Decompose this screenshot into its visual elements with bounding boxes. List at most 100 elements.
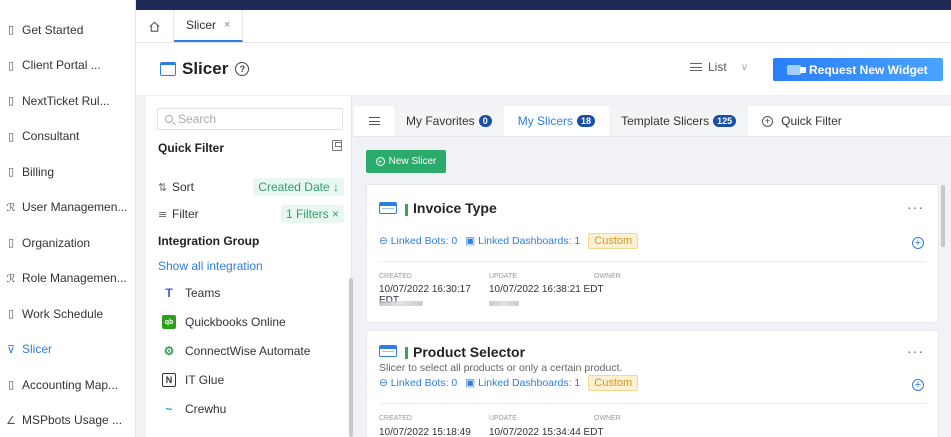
sidebar-item-user-managemen[interactable]: ℛ User Managemen... — [0, 190, 135, 226]
card-description: Slicer to select all products or only a … — [379, 362, 623, 374]
tab-quick-filter-label: Quick Filter — [781, 114, 842, 128]
panel-scrollbar[interactable] — [349, 278, 353, 437]
sidebar-item-nextticket-rul[interactable]: ▯ NextTicket Rul... — [0, 83, 135, 119]
card-links: ⊖ Linked Bots: 0 ▣ Linked Dashboards: 1 … — [379, 233, 639, 249]
redacted-updater — [489, 301, 519, 306]
sidebar-item-label: Slicer — [22, 342, 53, 357]
integration-item[interactable]: ~ Crewhu — [162, 402, 226, 416]
doc-icon: ▯ — [7, 129, 15, 143]
created-value: 10/07/2022 15:18:49 EDT — [379, 427, 471, 437]
integration-item[interactable]: N IT Glue — [162, 373, 224, 387]
created-label: CREATED — [379, 415, 412, 422]
tab-label: My Slicers — [517, 114, 574, 128]
linked-dashboards-link[interactable]: ▣ Linked Dashboards: 1 — [465, 235, 580, 247]
filter-value-pill[interactable]: 1 Filters × — [280, 205, 344, 223]
sidebar-item-accounting-map[interactable]: ▯ Accounting Map... — [0, 367, 135, 403]
linked-bots-text: Linked Bots: 0 — [390, 235, 458, 247]
home-tab[interactable] — [136, 10, 174, 42]
tab-label: My Favorites — [406, 114, 475, 128]
update-label: UPDATE — [489, 273, 517, 280]
linked-bots-link[interactable]: ⊖ Linked Bots: 0 — [379, 235, 457, 247]
tab-template-slicers[interactable]: Template Slicers 125 — [609, 106, 749, 136]
quick-filter-title: Quick Filter — [158, 141, 225, 155]
help-icon[interactable]: ? — [235, 62, 250, 76]
integration-item[interactable]: qb Quickbooks Online — [162, 315, 286, 329]
more-icon[interactable]: ··· — [907, 199, 924, 215]
update-value: 10/07/2022 15:34:44 EDT — [489, 427, 604, 437]
role-icon: ℛ — [6, 271, 16, 285]
slicer-card[interactable]: Product Selector ··· Slicer to select al… — [366, 330, 939, 437]
menu-toggle[interactable] — [354, 106, 394, 136]
calendar-icon: ▯ — [7, 307, 15, 321]
main-content: My Favorites 0 My Slicers 18 Template Slicer… — [354, 96, 951, 437]
view-select[interactable]: List ∨ — [690, 60, 748, 74]
filter-icon: ⊽ — [6, 342, 16, 356]
linked-bots-link[interactable]: ⊖ Linked Bots: 0 — [379, 377, 457, 389]
chevron-down-icon: ∨ — [740, 61, 749, 73]
sort-value-pill[interactable]: Created Date ↓ — [253, 178, 344, 196]
sidebar-item-slicer[interactable]: ⊽ Slicer — [0, 332, 135, 368]
card-accent-bar — [405, 347, 408, 359]
doc-icon: ▯ — [7, 58, 15, 72]
list-icon — [690, 63, 702, 71]
menu-icon — [368, 117, 380, 125]
tab-slicer-label: Slicer — [186, 18, 217, 32]
sidebar-item-organization[interactable]: ▯ Organization — [0, 225, 135, 261]
integration-item[interactable]: T Teams — [162, 286, 220, 300]
sidebar-item-label: User Managemen... — [22, 200, 128, 215]
sidebar-item-work-schedule[interactable]: ▯ Work Schedule — [0, 296, 135, 332]
add-circle-icon[interactable]: + — [912, 379, 924, 391]
card-links: ⊖ Linked Bots: 0 ▣ Linked Dashboards: 1 … — [379, 375, 639, 391]
tab-label: Template Slicers — [621, 114, 710, 128]
map-icon: ▯ — [7, 378, 15, 392]
close-icon[interactable]: × — [224, 19, 230, 31]
save-icon[interactable] — [332, 140, 342, 151]
tab-my-slicers[interactable]: My Slicers 18 — [505, 106, 608, 136]
plus-circle-icon: + — [375, 157, 385, 166]
search-input[interactable]: Search — [157, 108, 343, 130]
count-badge: 18 — [577, 115, 596, 127]
slicer-card[interactable]: Invoice Type ··· ⊖ Linked Bots: 0 ▣ Link… — [366, 184, 939, 323]
search-placeholder: Search — [178, 112, 217, 126]
sidebar-item-label: Billing — [22, 164, 55, 179]
count-badge: 0 — [478, 115, 492, 127]
custom-tag: Custom — [588, 233, 639, 249]
filter-icon: ≡ — [158, 207, 168, 221]
integration-item[interactable]: ⚙ ConnectWise Automate — [162, 344, 311, 358]
teams-icon: T — [165, 286, 173, 300]
tab-quick-filter[interactable]: + Quick Filter — [750, 106, 854, 136]
sidebar-item-mspbots-usage[interactable]: ∠ MSPbots Usage ... — [0, 403, 135, 437]
sidebar-item-consultant[interactable]: ▯ Consultant — [0, 119, 135, 155]
doc-icon: ▯ — [7, 165, 15, 179]
sidebar-item-label: Accounting Map... — [22, 377, 119, 392]
sidebar-item-billing[interactable]: ▯ Billing — [0, 154, 135, 190]
linked-dashboards-link[interactable]: ▣ Linked Dashboards: 1 — [465, 377, 580, 389]
card-title: Invoice Type — [413, 200, 497, 216]
request-new-widget-button[interactable]: Request New Widget — [773, 58, 943, 81]
new-slicer-button[interactable]: + New Slicer — [366, 150, 446, 173]
show-all-integration-link[interactable]: Show all integration — [158, 259, 263, 273]
sidebar-item-get-started[interactable]: ▯ Get Started — [0, 12, 135, 48]
sidebar-item-label: NextTicket Rul... — [22, 93, 110, 108]
tab-strip: Slicer × — [136, 10, 951, 43]
linked-dashboards-text: Linked Dashboards: 1 — [478, 377, 581, 389]
doc-icon: ▯ — [7, 94, 15, 108]
nav-top-stub — [0, 0, 135, 12]
sidebar-item-role-managemen[interactable]: ℛ Role Managemen... — [0, 261, 135, 297]
sidebar-item-label: Client Portal ... — [22, 58, 101, 73]
sidebar-item-client-portal[interactable]: ▯ Client Portal ... — [0, 48, 135, 84]
more-icon[interactable]: ··· — [907, 343, 924, 359]
card-accent-bar — [405, 204, 408, 216]
count-badge: 125 — [713, 115, 737, 127]
tab-slicer[interactable]: Slicer × — [174, 10, 244, 42]
sort-row: ⇅ Sort Created Date ↓ — [158, 178, 344, 196]
owner-label: OWNER — [594, 415, 621, 422]
update-label: UPDATE — [489, 415, 517, 422]
slicer-card-icon — [379, 202, 397, 214]
integration-label: IT Glue — [185, 373, 225, 387]
owner-label: OWNER — [594, 273, 621, 280]
tab-my-favorites[interactable]: My Favorites 0 — [394, 106, 504, 136]
add-circle-icon[interactable]: + — [912, 237, 924, 249]
main-scrollbar[interactable] — [941, 185, 945, 247]
sidebar-item-label: Role Managemen... — [22, 271, 127, 286]
